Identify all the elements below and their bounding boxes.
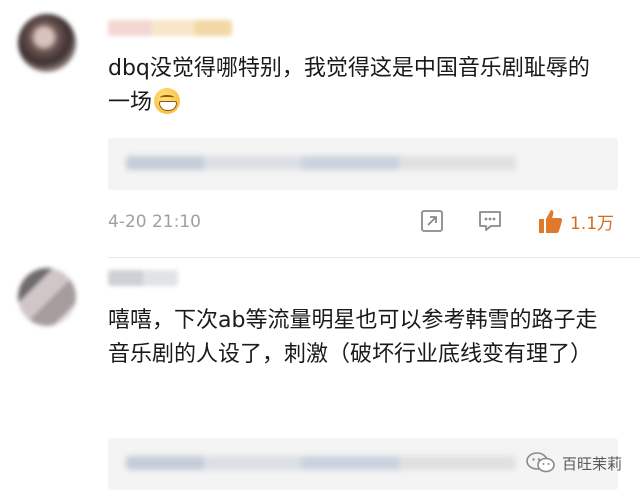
reply-preview[interactable] [108,138,618,190]
avatar[interactable] [18,14,76,72]
comment-icon [479,211,501,231]
comment-text: dbq没觉得哪特别，我觉得这是中国音乐剧耻辱的一场 [108,56,590,115]
username[interactable] [108,20,232,36]
share-button[interactable] [420,209,444,233]
watermark: 百旺茉莉 [526,452,622,474]
share-icon [421,210,443,232]
laugh-emoji-icon [154,88,181,114]
comment-text: 嘻嘻，下次ab等流量明星也可以参考韩雪的路子走音乐剧的人设了，刺激（破坏行业底线… [108,308,598,367]
wechat-icon [526,452,555,473]
like-button[interactable]: 1.1万 [536,207,614,235]
comment-item: dbq没觉得哪特别，我觉得这是中国音乐剧耻辱的一场 4-20 21:10 1.1… [0,0,640,258]
watermark-text: 百旺茉莉 [561,454,622,473]
comment-button[interactable] [478,209,502,233]
reply-preview-text [126,156,516,170]
comment-timestamp: 4-20 21:10 [108,212,201,232]
username[interactable] [108,270,178,286]
like-count: 1.1万 [570,213,615,234]
like-icon [539,210,563,233]
reply-preview-text [126,456,516,470]
avatar[interactable] [18,268,76,326]
